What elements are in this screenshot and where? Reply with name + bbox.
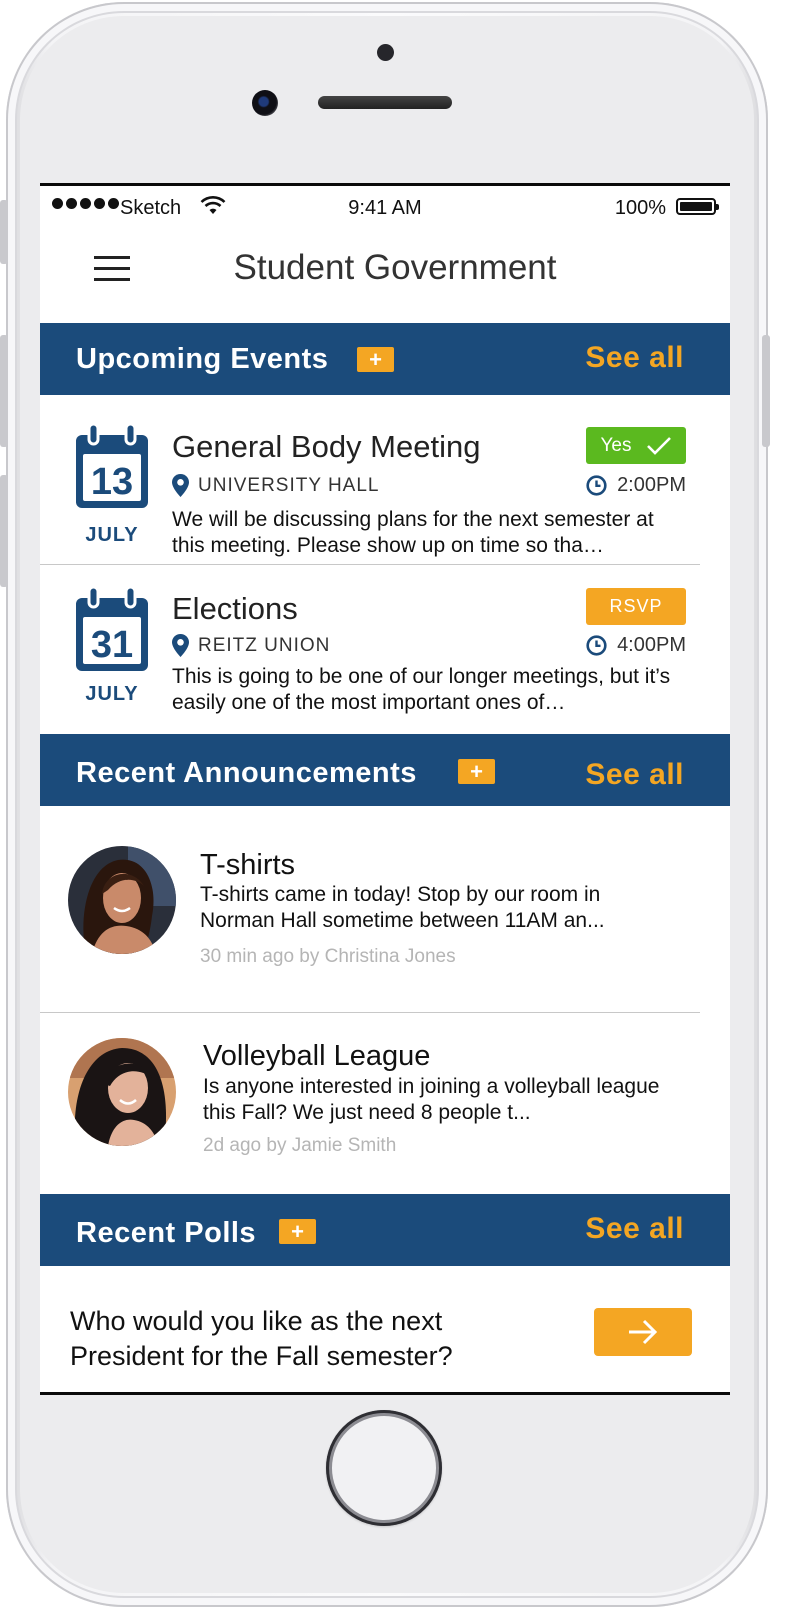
see-all-events-link[interactable]: See all <box>585 341 684 375</box>
volume-down-button <box>0 475 8 587</box>
avatar <box>68 1038 176 1146</box>
recent-polls-header: Recent Polls + See all <box>40 1194 730 1266</box>
mute-switch <box>0 200 8 264</box>
section-title-polls: Recent Polls <box>76 1217 257 1249</box>
announcement-title: T-shirts <box>200 849 296 881</box>
location-pin-icon <box>172 474 189 497</box>
announcement-meta: 2d ago by Jamie Smith <box>203 1135 397 1156</box>
see-all-polls-link[interactable]: See all <box>585 1212 684 1246</box>
app-screen: Sketch 9:41 AM 100% Student Government U… <box>40 183 730 1395</box>
event-month: JULY <box>85 683 139 705</box>
divider <box>40 564 700 565</box>
divider <box>40 1012 700 1013</box>
event-time-label: 4:00PM <box>617 634 686 656</box>
calendar-icon: 31 <box>76 587 148 671</box>
section-title-announcements: Recent Announcements <box>76 757 417 789</box>
open-poll-button[interactable] <box>594 1308 692 1356</box>
see-all-announcements-link[interactable]: See all <box>585 758 684 792</box>
event-location: REITZ UNION <box>172 634 330 657</box>
event-title: Elections <box>172 591 298 626</box>
add-event-button[interactable]: + <box>357 347 394 372</box>
event-time: 2:00PM <box>586 474 686 497</box>
event-description: This is going to be one of our longer me… <box>172 665 671 714</box>
announcement-body: T-shirts came in today! Stop by our room… <box>200 883 605 932</box>
calendar-icon: 13 <box>76 424 148 508</box>
announcement-meta: 30 min ago by Christina Jones <box>200 946 456 967</box>
event-time-label: 2:00PM <box>617 474 686 496</box>
nav-bar: Student Government <box>40 226 730 323</box>
event-time: 4:00PM <box>586 634 686 657</box>
power-button <box>762 335 770 447</box>
event-item[interactable]: 31 JULY Elections REITZ UNION RSVP 4:00P… <box>40 587 730 727</box>
front-camera <box>252 90 278 116</box>
event-location-label: UNIVERSITY HALL <box>198 474 380 496</box>
recent-announcements-header: Recent Announcements + See all <box>40 734 730 806</box>
checkmark-icon <box>646 436 671 455</box>
volume-up-button <box>0 335 8 447</box>
event-month: JULY <box>85 524 139 546</box>
announcement-item[interactable]: Volleyball League Is anyone interested i… <box>40 1038 730 1188</box>
page-title: Student Government <box>233 248 557 287</box>
event-day: 13 <box>91 461 133 503</box>
event-title: General Body Meeting <box>172 429 481 464</box>
add-announcement-button[interactable]: + <box>458 759 495 784</box>
rsvp-yes-button[interactable]: Yes <box>586 427 686 464</box>
section-title-events: Upcoming Events <box>76 343 329 375</box>
earpiece-speaker <box>318 96 452 109</box>
avatar <box>68 846 176 954</box>
event-description: We will be discussing plans for the next… <box>172 508 654 557</box>
battery-percentage: 100% <box>614 197 666 219</box>
home-button[interactable] <box>326 1410 442 1526</box>
event-day: 31 <box>91 624 133 666</box>
rsvp-button[interactable]: RSVP <box>586 588 686 625</box>
upcoming-events-header: Upcoming Events + See all <box>40 323 730 395</box>
poll-question: Who would you like as the next President… <box>70 1306 453 1371</box>
event-location: UNIVERSITY HALL <box>172 474 379 497</box>
rsvp-yes-label: Yes <box>600 434 632 456</box>
announcement-item[interactable]: T-shirts T-shirts came in today! Stop by… <box>40 846 730 996</box>
arrow-right-icon <box>629 1319 658 1345</box>
clock-icon <box>586 475 607 496</box>
location-pin-icon <box>172 634 189 657</box>
proximity-sensor <box>377 44 394 61</box>
event-location-label: REITZ UNION <box>198 634 331 656</box>
add-poll-button[interactable]: + <box>279 1219 316 1244</box>
battery-icon <box>676 198 719 215</box>
announcement-body: Is anyone interested in joining a volley… <box>203 1075 660 1124</box>
event-item[interactable]: 13 JULY General Body Meeting UNIVERSITY … <box>40 424 730 564</box>
status-bar: Sketch 9:41 AM 100% <box>40 186 730 226</box>
clock-icon <box>586 635 607 656</box>
announcement-title: Volleyball League <box>203 1040 431 1072</box>
